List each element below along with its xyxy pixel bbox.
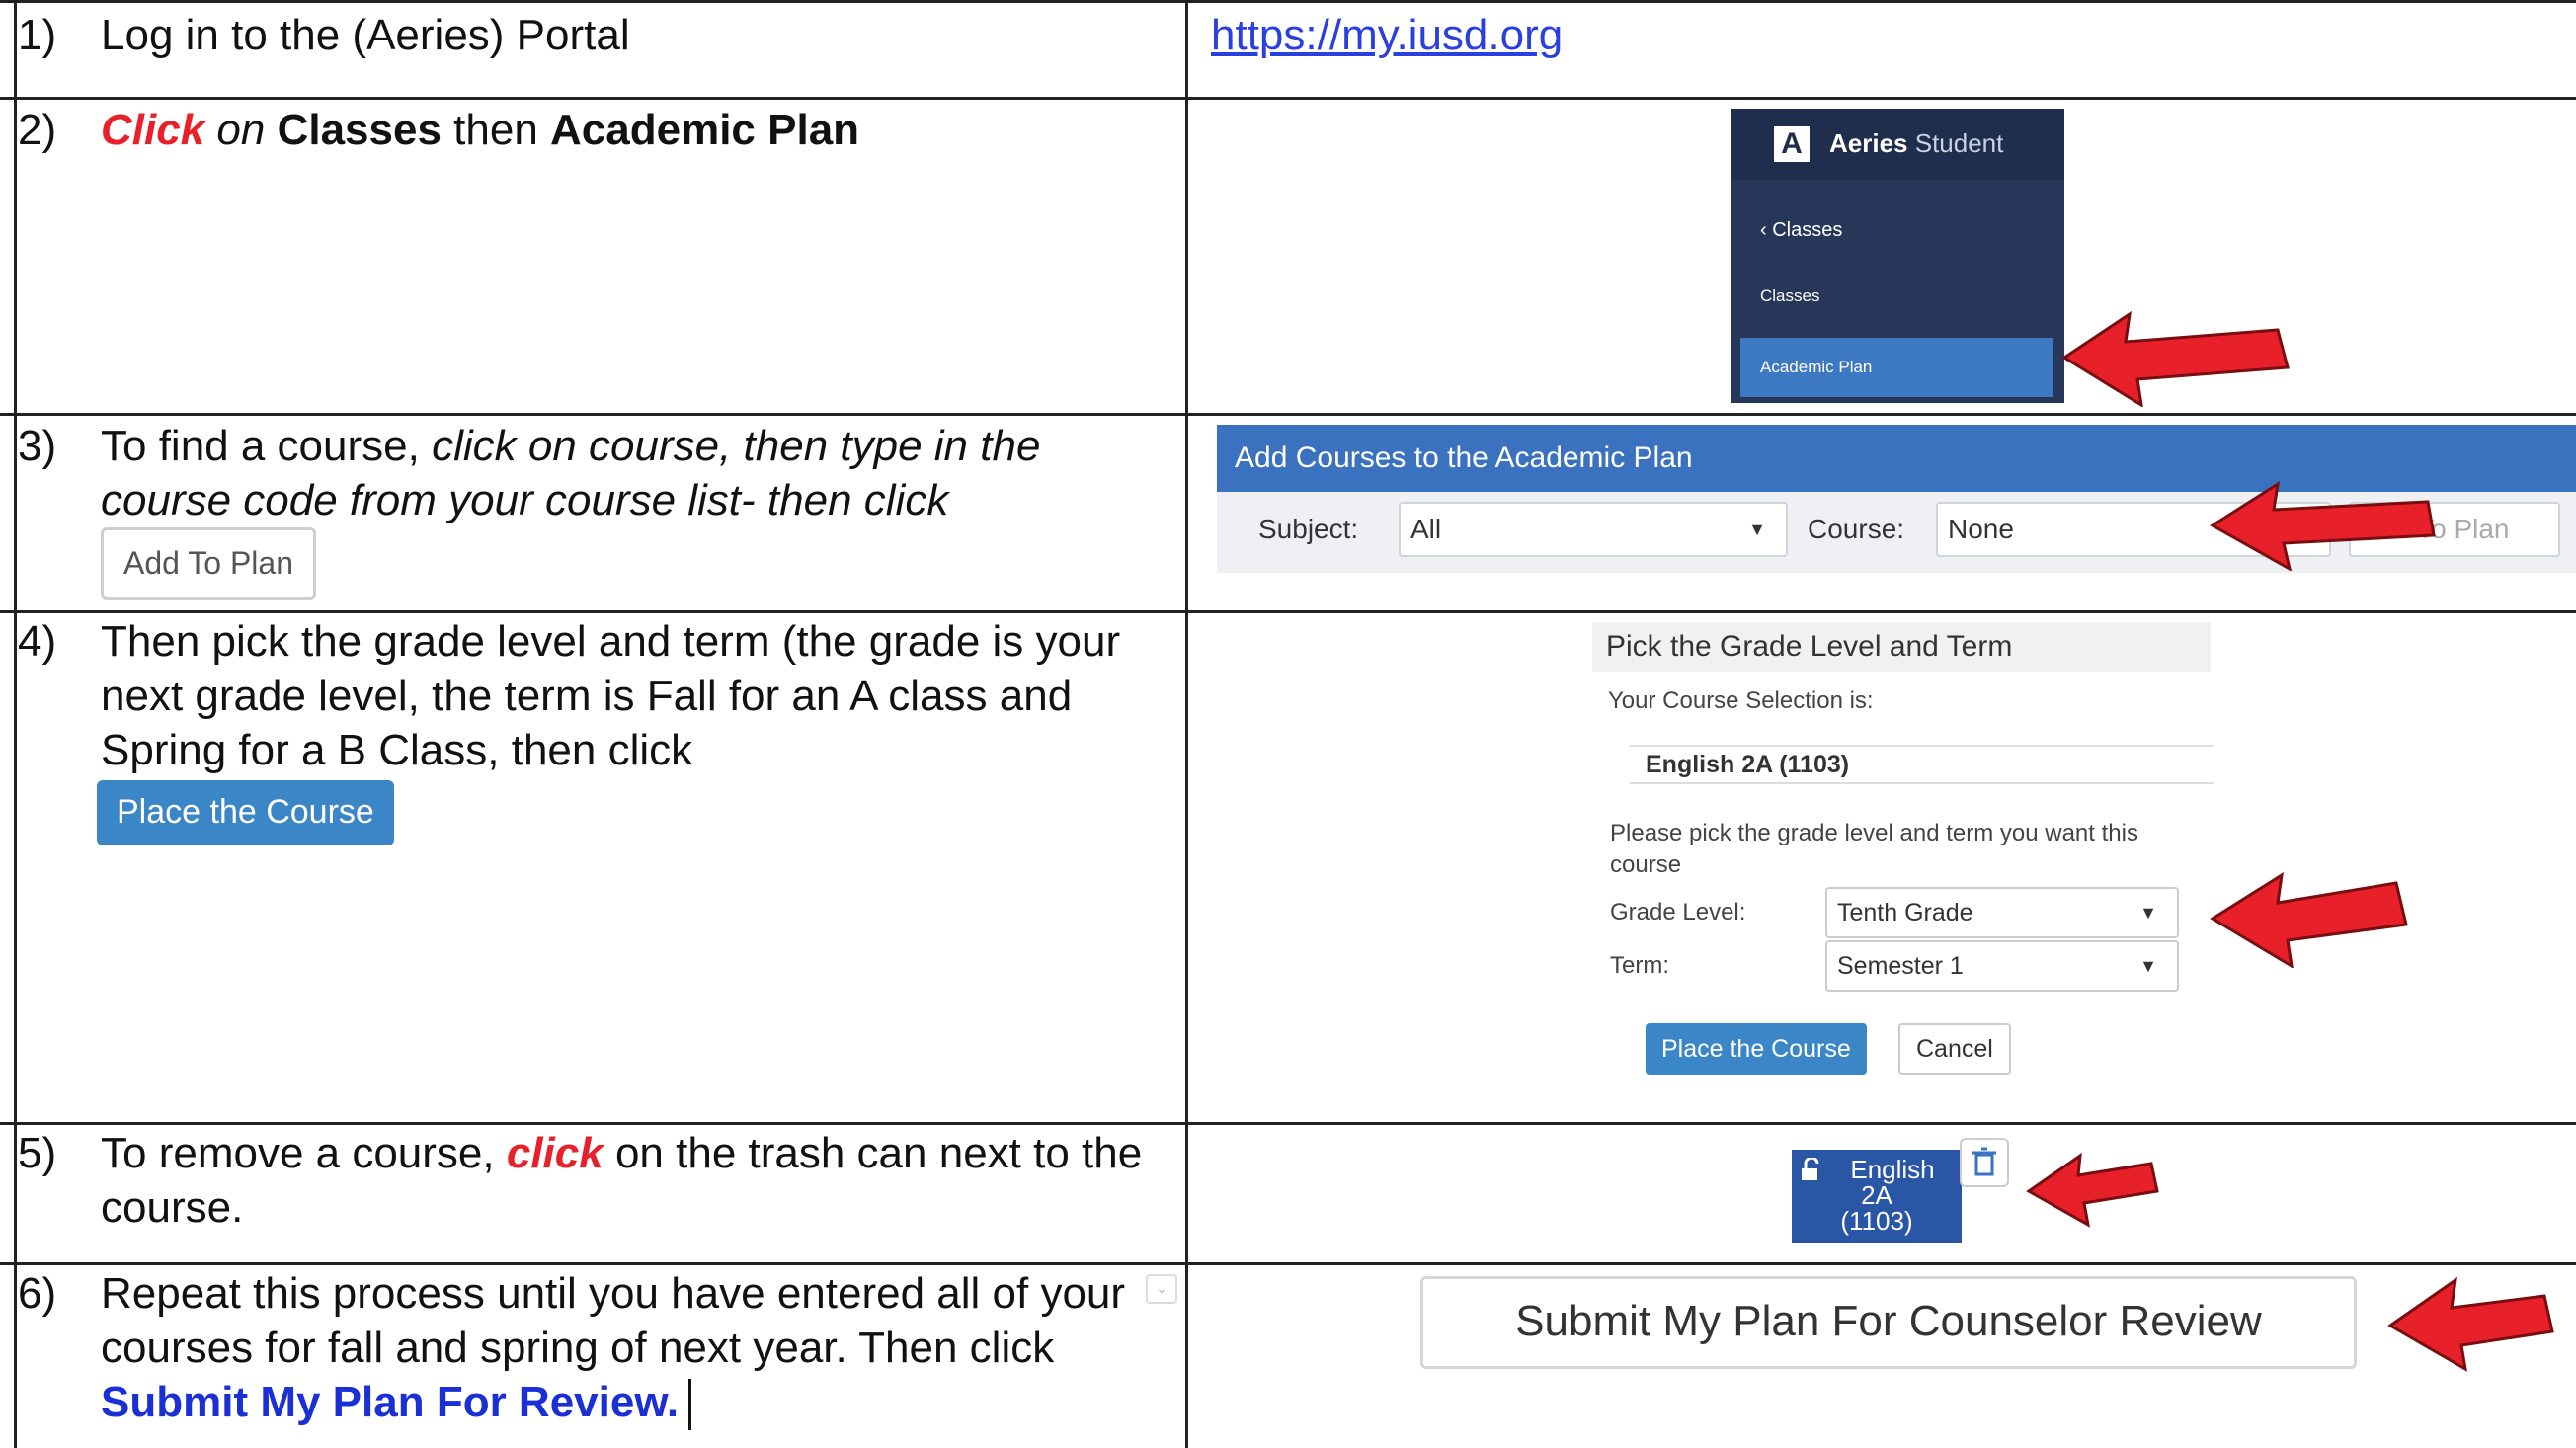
subject-label: Subject: [1258, 514, 1359, 544]
trash-icon[interactable] [1960, 1138, 2009, 1187]
caret-down-icon: ▼ [2139, 903, 2157, 923]
course-label: Course: [1808, 514, 1905, 544]
place-course-button[interactable]: Place the Course [1646, 1023, 1867, 1075]
aeries-sidebar: A Aeries Student ‹ Classes Classes Acade… [1731, 109, 2064, 403]
sidebar-item-academic-plan[interactable]: Academic Plan [1740, 338, 2053, 397]
grade-instructions: Please pick the grade level and term you… [1610, 820, 2138, 878]
academic-plan-word: Academic Plan [550, 106, 860, 154]
red-arrow-icon [2387, 1276, 2554, 1372]
chip-line-3: (1103) [1840, 1206, 1913, 1236]
chip-line-2: 2A [1861, 1180, 1892, 1210]
click-word: click [506, 1129, 604, 1177]
red-arrow-icon [2210, 872, 2408, 968]
step-4-text: Then pick the grade level and term (the … [101, 617, 1121, 774]
portal-link-cell: https://my.iusd.org [1211, 8, 1563, 62]
row-divider [0, 97, 2576, 100]
portal-link[interactable]: https://my.iusd.org [1211, 11, 1563, 59]
step-2-fragment: then [441, 106, 551, 154]
step-number: 1) [18, 11, 57, 59]
brand-bold: Aeries [1829, 128, 1908, 158]
sidebar-back-classes[interactable]: ‹ Classes [1760, 219, 1842, 242]
selection-label: Your Course Selection is: [1608, 687, 1874, 714]
chevron-down-icon: ▼ [1748, 520, 1766, 539]
grade-level-select[interactable]: Tenth Grade ▼ [1825, 887, 2179, 938]
column-divider [1185, 0, 1188, 1448]
term-select[interactable]: Semester 1 ▼ [1825, 940, 2179, 992]
step-number: 3) [18, 422, 57, 470]
red-arrow-icon [2026, 1152, 2159, 1228]
submit-plan-text: Submit My Plan For Review. [101, 1378, 680, 1426]
term-value: Semester 1 [1837, 952, 1964, 980]
submit-plan-button[interactable]: Submit My Plan For Counselor Review [1420, 1276, 2357, 1369]
red-arrow-icon [2210, 480, 2436, 571]
course-chip[interactable]: English 2A (1103) [1792, 1150, 1962, 1243]
sidebar-item-label: Academic Plan [1760, 358, 1873, 376]
row-divider [0, 1262, 2576, 1265]
aeries-header: A Aeries Student [1731, 109, 2064, 180]
step-number: 5) [18, 1129, 57, 1177]
click-word: Click [101, 106, 205, 154]
step-number: 6) [18, 1269, 57, 1318]
cancel-button[interactable]: Cancel [1898, 1023, 2011, 1075]
grade-level-value: Tenth Grade [1837, 899, 1973, 926]
step-6-text: Repeat this process until you have enter… [101, 1266, 1148, 1431]
row-divider [0, 0, 2576, 3]
row-divider [0, 1122, 2576, 1125]
step-3-text: To find a course, click on course, then … [101, 419, 1167, 600]
course-selection-value: English 2A (1103) [1630, 745, 2214, 784]
subject-select[interactable]: All ▼ [1399, 502, 1788, 557]
step-number: 2) [18, 106, 57, 154]
term-label: Term: [1610, 952, 1669, 979]
aeries-brand: Aeries Student [1829, 128, 2003, 159]
red-arrow-icon [2061, 310, 2290, 407]
row-divider [0, 610, 2576, 613]
text-cursor [688, 1379, 692, 1431]
add-to-plan-button[interactable]: Add To Plan [101, 527, 316, 600]
step-6-fragment: Repeat this process until you have enter… [101, 1269, 1126, 1372]
step-5-text: To remove a course, click on the trash c… [101, 1126, 1167, 1235]
aeries-logo: A [1774, 126, 1810, 162]
grade-level-label: Grade Level: [1610, 899, 1746, 925]
chip-line-1: English [1850, 1155, 1935, 1184]
step-2-fragment: on [204, 106, 278, 154]
brand-rest: Student [1907, 128, 2004, 158]
caret-down-icon: ▼ [2139, 956, 2157, 976]
step-1-text: Log in to the (Aeries) Portal [101, 11, 630, 59]
table-left-border [14, 0, 17, 1448]
classes-word: Classes [277, 106, 442, 154]
grade-dialog-title: Pick the Grade Level and Term [1592, 622, 2211, 672]
step-5-fragment: To remove a course, [101, 1129, 507, 1177]
chevron-down-icon: ⌄ [1146, 1274, 1177, 1304]
place-course-button[interactable]: Place the Course [97, 780, 394, 845]
subject-value: All [1410, 514, 1442, 544]
step-3-fragment: To find a course, [101, 422, 433, 470]
step-number: 4) [18, 617, 57, 666]
sidebar-item-classes[interactable]: Classes [1760, 286, 1819, 306]
step-2-text: Click on Classes then Academic Plan [101, 103, 1167, 157]
unlock-icon [1800, 1156, 1823, 1181]
row-divider [0, 413, 2576, 416]
